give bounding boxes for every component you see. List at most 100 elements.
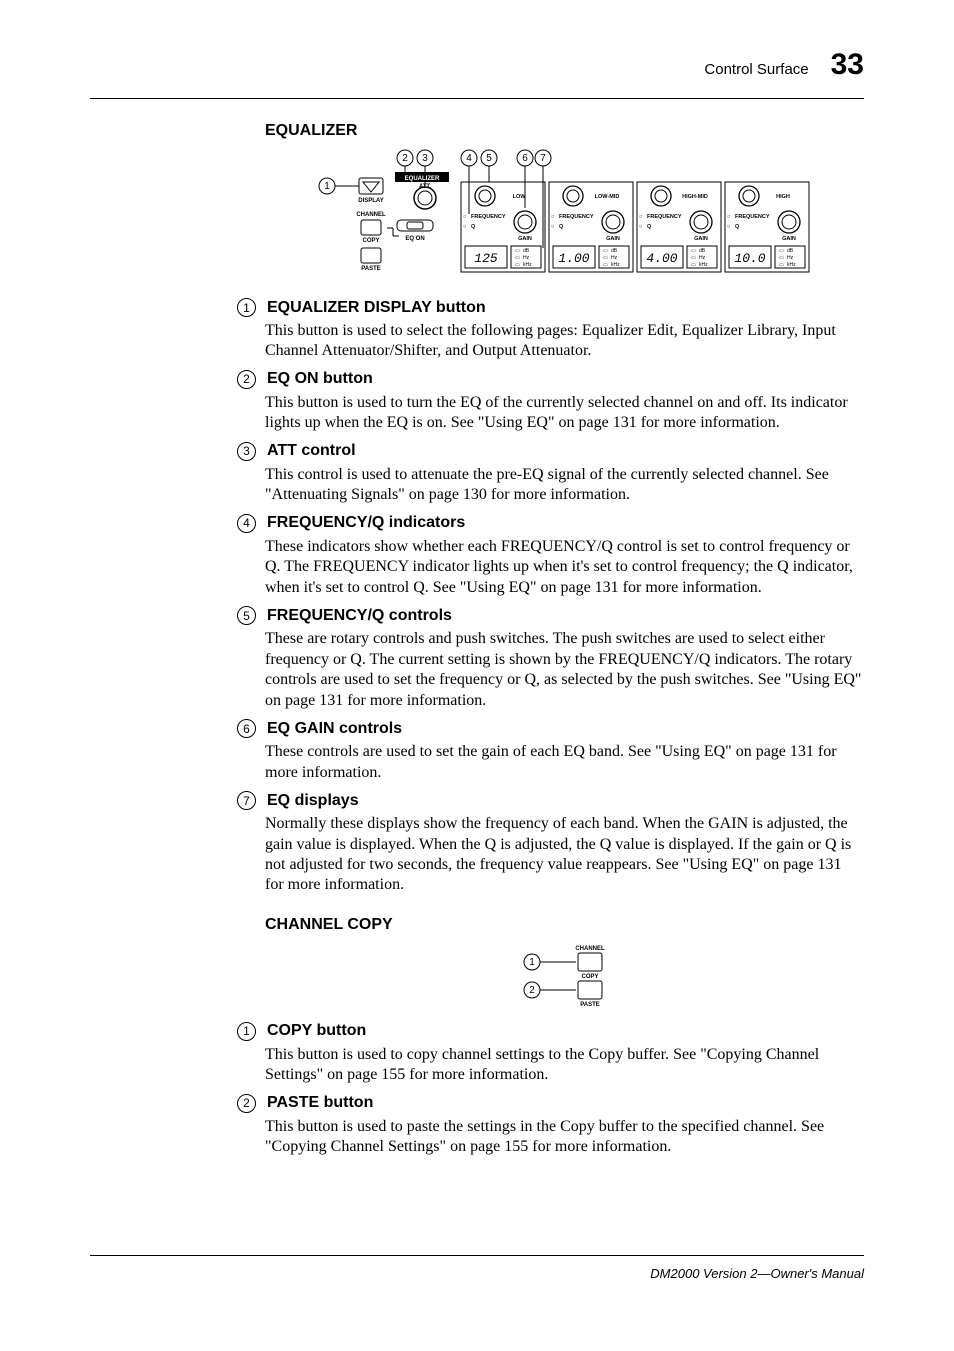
svg-text:4.00: 4.00 — [646, 251, 677, 266]
cc-paste-button-icon — [578, 981, 602, 999]
eq-band-high-mid: HIGH-MID ○ FREQUENCY ○ Q GAIN 4.00 ▭dB ▭… — [637, 182, 721, 272]
svg-text:5: 5 — [486, 153, 492, 164]
svg-text:▭: ▭ — [515, 262, 520, 268]
eq-item-5-body: These are rotary controls and push switc… — [265, 629, 864, 711]
svg-text:Hz: Hz — [611, 255, 618, 261]
svg-text:Q: Q — [559, 224, 564, 230]
svg-text:dB: dB — [611, 248, 618, 254]
eq-band-low: LOW ○ FREQUENCY ○ Q GAIN 125 ▭dB ▭Hz ▭kH… — [461, 182, 545, 272]
svg-text:125: 125 — [474, 251, 498, 266]
content-area: EQUALIZER 1 2 3 — [90, 112, 864, 1162]
equalizer-panel-label: EQUALIZER — [395, 172, 449, 182]
svg-text:▭: ▭ — [779, 248, 784, 254]
page-footer: DM2000 Version 2—Owner's Manual — [90, 1255, 864, 1281]
svg-text:○: ○ — [727, 214, 730, 220]
svg-text:Q: Q — [735, 224, 740, 230]
cc-item-1-body: This button is used to copy channel sett… — [265, 1045, 864, 1086]
svg-text:▭: ▭ — [691, 248, 696, 254]
svg-text:HIGH: HIGH — [776, 194, 790, 200]
svg-text:▭: ▭ — [779, 255, 784, 261]
svg-text:▭: ▭ — [691, 255, 696, 261]
cc-item-2: 2 PASTE button This button is used to pa… — [265, 1094, 864, 1158]
eq-item-4-body: These indicators show whether each FREQU… — [265, 537, 864, 598]
eq-item-7-body: Normally these displays show the frequen… — [265, 814, 864, 896]
svg-text:○: ○ — [463, 214, 466, 220]
att-knob-icon: ATT. — [414, 184, 436, 209]
svg-text:▭: ▭ — [779, 262, 784, 268]
header-page-number: 33 — [831, 48, 864, 82]
svg-text:EQUALIZER: EQUALIZER — [405, 176, 440, 182]
eq-item-6-body: These controls are used to set the gain … — [265, 742, 864, 783]
marker-7: 7 — [237, 791, 256, 810]
svg-text:GAIN: GAIN — [782, 236, 796, 242]
marker-1: 1 — [237, 298, 256, 317]
eq-item-6-title: EQ GAIN controls — [267, 720, 402, 738]
marker-3: 3 — [237, 442, 256, 461]
channel-copy-diagram: CHANNEL 1 COPY 2 PASTE — [510, 942, 620, 1012]
cc-marker-1: 1 — [237, 1022, 256, 1041]
cc-marker-2: 2 — [237, 1094, 256, 1113]
page-header: Control Surface 33 — [704, 48, 864, 82]
header-section: Control Surface — [704, 61, 808, 78]
svg-text:FREQUENCY: FREQUENCY — [471, 214, 506, 220]
svg-text:2: 2 — [402, 153, 408, 164]
eq-item-2-body: This button is used to turn the EQ of th… — [265, 393, 864, 434]
footer-rule — [90, 1255, 864, 1256]
svg-text:Hz: Hz — [523, 255, 530, 261]
eq-item-4: 4 FREQUENCY/Q indicators These indicator… — [265, 514, 864, 598]
svg-text:▭: ▭ — [603, 248, 608, 254]
eq-item-5-title: FREQUENCY/Q controls — [267, 607, 452, 625]
display-button-icon: DISPLAY — [358, 178, 383, 204]
cc-copy-button-icon — [578, 953, 602, 971]
eq-item-3-title: ATT control — [267, 442, 356, 460]
footer-text: DM2000 Version 2—Owner's Manual — [90, 1266, 864, 1281]
svg-text:○: ○ — [551, 214, 554, 220]
equalizer-heading: EQUALIZER — [265, 122, 864, 140]
eq-item-1-body: This button is used to select the follow… — [265, 321, 864, 362]
svg-text:6: 6 — [522, 153, 528, 164]
eq-item-4-title: FREQUENCY/Q indicators — [267, 514, 465, 532]
eq-item-2: 2 EQ ON button This button is used to tu… — [265, 370, 864, 434]
cc-item-2-title: PASTE button — [267, 1094, 373, 1112]
svg-text:○: ○ — [639, 224, 642, 230]
copy-button-icon — [361, 220, 381, 235]
svg-text:▭: ▭ — [603, 255, 608, 261]
eq-item-7: 7 EQ displays Normally these displays sh… — [265, 791, 864, 896]
svg-text:▭: ▭ — [515, 248, 520, 254]
cc-item-2-body: This button is used to paste the setting… — [265, 1117, 864, 1158]
svg-text:GAIN: GAIN — [518, 236, 532, 242]
svg-text:Hz: Hz — [699, 255, 706, 261]
cc-item-1: 1 COPY button This button is used to cop… — [265, 1022, 864, 1086]
callout-1: 1 — [319, 178, 359, 194]
eq-band-high: HIGH ○ FREQUENCY ○ Q GAIN 10.0 ▭dB ▭Hz ▭… — [725, 182, 809, 272]
svg-text:1: 1 — [324, 181, 330, 192]
header-rule — [90, 98, 864, 99]
svg-text:▭: ▭ — [515, 255, 520, 261]
eq-item-1-title: EQUALIZER DISPLAY button — [267, 299, 486, 317]
svg-text:○: ○ — [727, 224, 730, 230]
eq-item-6: 6 EQ GAIN controls These controls are us… — [265, 719, 864, 783]
svg-text:GAIN: GAIN — [606, 236, 620, 242]
eq-item-7-title: EQ displays — [267, 792, 359, 810]
svg-text:Q: Q — [647, 224, 652, 230]
svg-text:kHz: kHz — [523, 262, 532, 268]
eq-item-3-body: This control is used to attenuate the pr… — [265, 465, 864, 506]
svg-text:DISPLAY: DISPLAY — [358, 198, 383, 204]
svg-text:dB: dB — [787, 248, 794, 254]
svg-text:kHz: kHz — [787, 262, 796, 268]
callout-5: 5 — [481, 150, 497, 182]
svg-text:LOW: LOW — [513, 194, 527, 200]
eq-item-1: 1 EQUALIZER DISPLAY button This button i… — [265, 298, 864, 362]
svg-text:▭: ▭ — [691, 262, 696, 268]
svg-text:Hz: Hz — [787, 255, 794, 261]
copy-label: COPY — [362, 238, 379, 244]
channel-label: CHANNEL — [356, 212, 386, 218]
svg-text:FREQUENCY: FREQUENCY — [735, 214, 770, 220]
svg-text:○: ○ — [551, 224, 554, 230]
svg-text:4: 4 — [466, 153, 472, 164]
svg-text:○: ○ — [463, 224, 466, 230]
svg-text:GAIN: GAIN — [694, 236, 708, 242]
svg-text:FREQUENCY: FREQUENCY — [559, 214, 594, 220]
cc-channel-label: CHANNEL — [575, 946, 605, 952]
svg-text:ATT.: ATT. — [419, 184, 432, 190]
